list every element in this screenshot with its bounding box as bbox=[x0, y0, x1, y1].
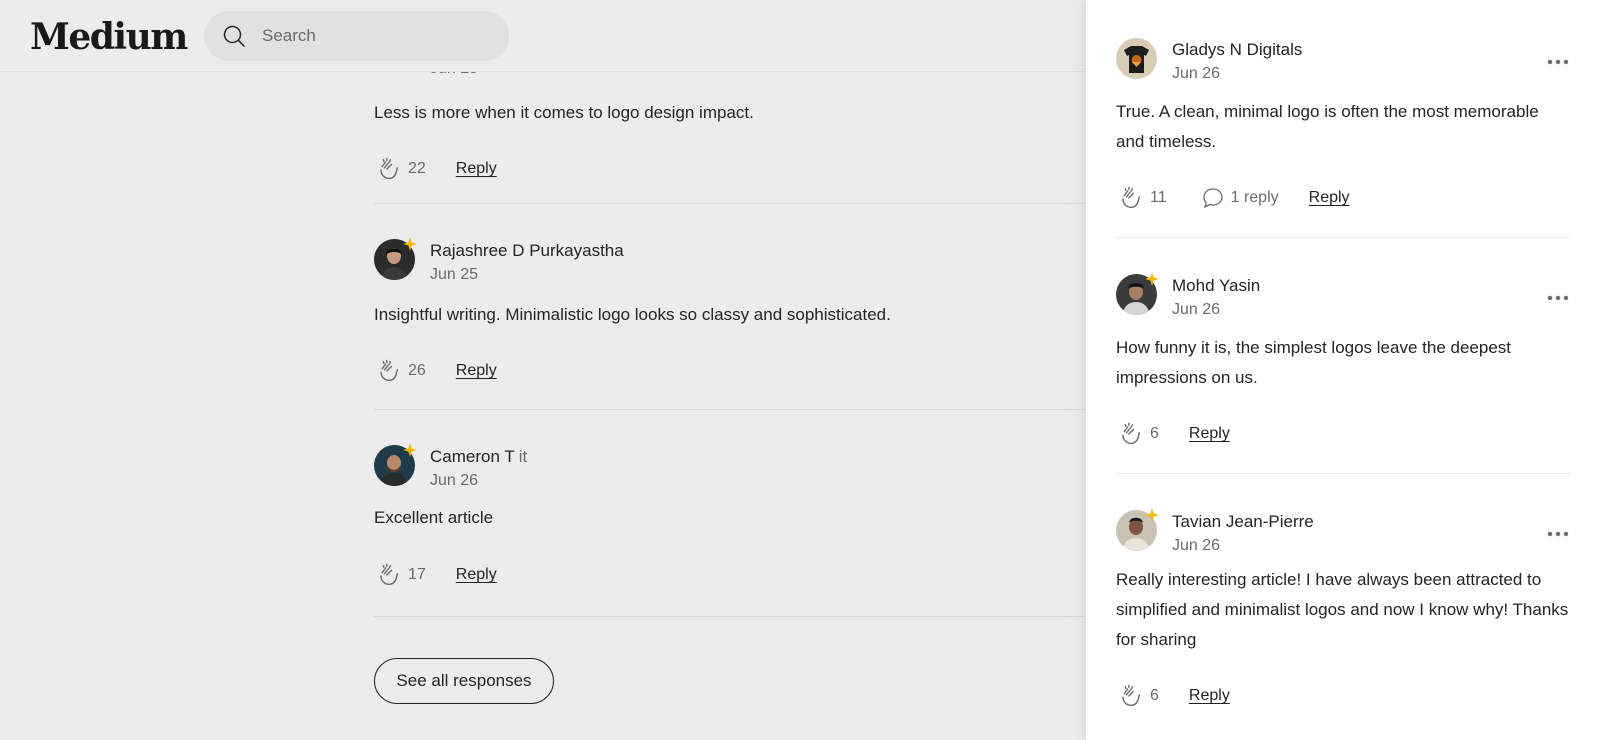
panel-response-item: Gladys N Digitals Jun 26 True. A clean, … bbox=[1116, 38, 1570, 213]
comment-date: Jun 26 bbox=[1172, 65, 1221, 82]
clap-count: 17 bbox=[408, 566, 426, 583]
comment-date: Jun 26 bbox=[1172, 537, 1221, 554]
clap-count: 6 bbox=[1150, 425, 1159, 442]
response-header: Tavian Jean-Pierre Jun 26 bbox=[1116, 508, 1570, 556]
reply-link[interactable]: Reply bbox=[456, 160, 497, 178]
medium-logo[interactable]: Medium bbox=[30, 16, 188, 58]
see-all-responses-button[interactable]: See all responses bbox=[374, 658, 554, 704]
clap-icon[interactable] bbox=[374, 561, 402, 589]
divider bbox=[1116, 473, 1570, 474]
response-header: Rajashree D Purkayastha Jun 25 bbox=[374, 237, 1086, 285]
reply-link[interactable]: Reply bbox=[1189, 425, 1230, 443]
divider bbox=[374, 409, 1086, 410]
replies-toggle[interactable]: 1 reply bbox=[1201, 186, 1279, 210]
clap-count: 11 bbox=[1150, 189, 1167, 206]
response-text: Less is more when it comes to logo desig… bbox=[374, 103, 754, 122]
response-text: Really interesting article! I have alway… bbox=[1116, 570, 1569, 649]
response-actions: 26 Reply bbox=[374, 356, 1086, 386]
comment-date: Jun 26 bbox=[430, 472, 479, 489]
member-star-icon bbox=[403, 443, 417, 457]
member-star-icon bbox=[1145, 508, 1159, 522]
author-name[interactable]: Cameron Tit bbox=[430, 447, 527, 467]
clap-count: 22 bbox=[408, 160, 426, 177]
clap-icon[interactable] bbox=[1116, 682, 1144, 710]
reply-link[interactable]: Reply bbox=[456, 362, 497, 380]
comment-date: Jun 25 bbox=[430, 266, 479, 283]
response-header: Mohd Yasin Jun 26 bbox=[1116, 272, 1570, 320]
response-item: Less is more when it comes to logo desig… bbox=[374, 98, 1086, 184]
response-actions: 6 Reply bbox=[1116, 681, 1570, 711]
member-star-icon bbox=[403, 237, 417, 251]
panel-response-item: Mohd Yasin Jun 26 How funny it is, the s… bbox=[1116, 272, 1570, 449]
author-name-text: Cameron T bbox=[430, 447, 515, 466]
author-name[interactable]: Gladys N Digitals bbox=[1172, 40, 1302, 60]
reply-link[interactable]: Reply bbox=[1309, 189, 1350, 207]
search-box[interactable] bbox=[204, 11, 509, 61]
avatar[interactable] bbox=[1116, 38, 1157, 79]
author-extra: it bbox=[518, 447, 528, 466]
clap-count: 6 bbox=[1150, 687, 1159, 704]
responses-panel: Gladys N Digitals Jun 26 True. A clean, … bbox=[1086, 0, 1600, 740]
divider bbox=[1116, 237, 1570, 238]
member-star-icon bbox=[1145, 272, 1159, 286]
response-text: Insightful writing. Minimalistic logo lo… bbox=[374, 305, 891, 324]
response-actions: 17 Reply bbox=[374, 560, 1086, 590]
reply-bubble-icon bbox=[1202, 188, 1223, 209]
more-options-icon[interactable] bbox=[1546, 56, 1570, 68]
author-name[interactable]: Tavian Jean-Pierre bbox=[1172, 512, 1314, 532]
clap-count: 26 bbox=[408, 362, 426, 379]
reply-link[interactable]: Reply bbox=[1189, 687, 1230, 705]
search-input[interactable] bbox=[262, 11, 492, 61]
more-options-icon[interactable] bbox=[1546, 292, 1570, 304]
response-text: True. A clean, minimal logo is often the… bbox=[1116, 102, 1539, 151]
clap-icon[interactable] bbox=[374, 357, 402, 385]
response-text: Excellent article bbox=[374, 508, 494, 527]
author-name[interactable]: Mohd Yasin bbox=[1172, 276, 1260, 296]
response-item: Rajashree D Purkayastha Jun 25 Insightfu… bbox=[374, 237, 1086, 386]
response-header: Cameron Tit Jun 26 bbox=[374, 443, 1086, 491]
more-options-icon[interactable] bbox=[1546, 528, 1570, 540]
search-icon bbox=[223, 25, 245, 47]
response-item: Cameron Tit Jun 26 Excellent article 17 … bbox=[374, 443, 1086, 590]
reply-count-text: 1 reply bbox=[1230, 189, 1279, 206]
clap-icon[interactable] bbox=[1116, 184, 1144, 212]
response-actions: 22 Reply bbox=[374, 154, 1086, 184]
divider bbox=[374, 203, 1086, 204]
comment-date: Jun 26 bbox=[1172, 301, 1221, 318]
response-header: Gladys N Digitals Jun 26 bbox=[1116, 38, 1570, 84]
author-name[interactable]: Rajashree D Purkayastha bbox=[430, 241, 624, 261]
clap-icon[interactable] bbox=[374, 155, 402, 183]
response-actions: 6 Reply bbox=[1116, 419, 1570, 449]
divider bbox=[374, 616, 1086, 617]
response-text: How funny it is, the simplest logos leav… bbox=[1116, 338, 1511, 387]
clap-icon[interactable] bbox=[1116, 420, 1144, 448]
reply-link[interactable]: Reply bbox=[456, 566, 497, 584]
panel-response-item: Tavian Jean-Pierre Jun 26 Really interes… bbox=[1116, 508, 1570, 711]
response-actions: 11 1 reply Reply bbox=[1116, 183, 1570, 213]
